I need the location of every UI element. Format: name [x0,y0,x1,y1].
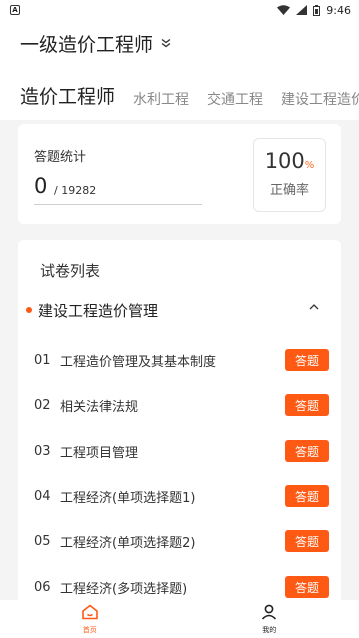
answer-button[interactable]: 答题 [285,485,329,507]
nav-mine[interactable]: 我的 [239,604,299,635]
clock: 9:46 [326,3,351,17]
list-item: 04 工程经济(单项选择题1) 答题 [34,484,329,508]
answer-button[interactable]: 答题 [285,440,329,462]
tab-traffic-engineering[interactable]: 交通工程 [207,89,263,109]
notification-icon: A [10,5,20,15]
section-dot-icon [26,307,32,313]
chevron-down-icon [161,37,171,51]
paper-list-card: 试卷列表 建设工程造价管理 01 工程造价管理及其基本制度 答题 02 相关法律… [18,240,341,610]
stats-card: 答题统计 0 / 19282 100% 正确率 [18,124,341,224]
paper-name: 工程造价管理及其基本制度 [60,354,217,370]
answer-button[interactable]: 答题 [285,394,329,416]
wifi-icon [277,5,291,15]
home-icon [81,604,99,624]
category-tabs: 造价工程师 水利工程 交通工程 建设工程造价 [20,82,359,109]
answered-count: 0 [34,174,48,198]
paper-number: 02 [34,397,51,413]
bottom-nav: 首页 我的 [0,600,359,638]
list-item: 03 工程项目管理 答题 [34,439,329,463]
section-header[interactable]: 建设工程造价管理 [26,300,333,320]
user-icon [260,604,278,624]
paper-name: 工程经济(多项选择题) [60,581,188,597]
accuracy-label: 正确率 [269,183,309,198]
page-title: 一级造价工程师 [20,34,154,56]
paper-number: 03 [34,443,51,459]
paper-list-title: 试卷列表 [40,262,101,280]
paper-name: 工程项目管理 [60,445,139,461]
list-item: 01 工程造价管理及其基本制度 答题 [34,348,329,372]
tab-cost-engineer[interactable]: 造价工程师 [20,82,115,109]
list-item: 06 工程经济(多项选择题) 答题 [34,575,329,599]
signal-icon [296,5,308,15]
nav-mine-label: 我的 [262,625,277,634]
nav-home-label: 首页 [82,625,97,634]
status-bar: A 9:46 [0,0,359,20]
answer-button[interactable]: 答题 [285,349,329,371]
answer-button[interactable]: 答题 [285,576,329,598]
accuracy-value: 100 [264,149,305,173]
answer-button[interactable]: 答题 [285,530,329,552]
section-title: 建设工程造价管理 [38,301,159,320]
list-item: 05 工程经济(单项选择题2) 答题 [34,529,329,553]
paper-number: 05 [34,533,51,549]
list-item: 02 相关法律法规 答题 [34,393,329,417]
stats-label: 答题统计 [34,150,87,165]
exam-selector[interactable]: 一级造价工程师 [20,30,171,57]
accuracy-box: 100% 正确率 [253,138,326,212]
chevron-up-icon[interactable] [309,300,319,315]
accuracy-unit: % [304,160,315,171]
total-questions: / 19282 [54,184,97,197]
paper-name: 相关法律法规 [60,399,139,415]
header: 一级造价工程师 造价工程师 水利工程 交通工程 建设工程造价 [0,20,359,120]
paper-number: 01 [34,352,51,368]
tab-construction-cost[interactable]: 建设工程造价 [281,89,359,109]
progress-line [34,204,202,205]
paper-number: 06 [34,579,51,595]
paper-name: 工程经济(单项选择题2) [60,535,196,551]
paper-number: 04 [34,488,51,504]
tab-water-engineering[interactable]: 水利工程 [133,89,189,109]
nav-home[interactable]: 首页 [60,604,120,635]
battery-icon [313,4,321,16]
paper-name: 工程经济(单项选择题1) [60,490,196,506]
